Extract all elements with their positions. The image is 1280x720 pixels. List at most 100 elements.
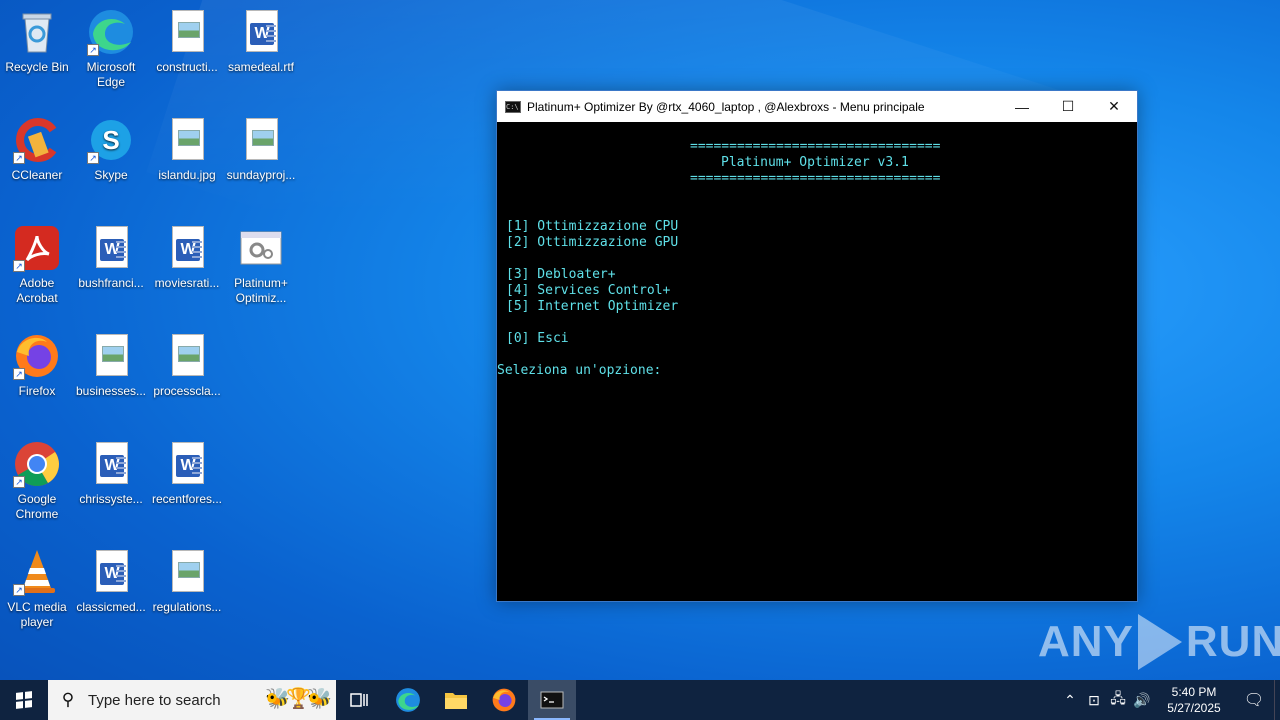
desktop-icon-recentfores[interactable]: W recentfores...	[149, 440, 225, 507]
show-desktop-button[interactable]	[1274, 680, 1280, 720]
desktop-icon-label: VLC media player	[7, 600, 67, 629]
desktop-icon-label: CCleaner	[11, 168, 63, 182]
desktop-icon-label: Adobe Acrobat	[16, 276, 58, 305]
banner-rule-top: ================================	[690, 139, 941, 154]
menu-option-0: [0] Esci	[506, 331, 569, 346]
menu-option-5: [5] Internet Optimizer	[506, 299, 679, 314]
firefox-icon	[492, 688, 516, 712]
desktop-icon-ccleaner[interactable]: ↗ CCleaner	[0, 116, 75, 183]
start-button[interactable]	[0, 680, 48, 720]
console-titlebar[interactable]: C:\ Platinum+ Optimizer By @rtx_4060_lap…	[497, 91, 1137, 122]
edge-icon: ↗	[87, 8, 135, 56]
anyrun-watermark: ANY RUN	[1038, 614, 1280, 670]
word-file-icon: W	[163, 440, 211, 488]
banner-rule-bottom: ================================	[690, 171, 941, 186]
desktop-icon-bushfranci[interactable]: W bushfranci...	[73, 224, 149, 291]
desktop-icon-label: regulations...	[152, 600, 222, 614]
ccleaner-icon: ↗	[13, 116, 61, 164]
recycle-bin-icon	[13, 8, 61, 56]
menu-option-1: [1] Ottimizzazione CPU	[506, 219, 679, 234]
desktop-icon-samedeal[interactable]: W samedeal.rtf	[223, 8, 299, 75]
word-file-icon: W	[87, 224, 135, 272]
acrobat-icon: ↗	[13, 224, 61, 272]
taskbar-edge[interactable]	[384, 680, 432, 720]
shortcut-arrow-icon: ↗	[13, 476, 25, 488]
desktop-icon-constructi[interactable]: constructi...	[149, 8, 225, 75]
image-file-icon	[163, 548, 211, 596]
word-file-icon: W	[87, 440, 135, 488]
desktop-icon-label: processcla...	[153, 384, 221, 398]
desktop-icon-chrissyste[interactable]: W chrissyste...	[73, 440, 149, 507]
batch-file-icon	[237, 224, 285, 272]
vlc-icon: ↗	[13, 548, 61, 596]
desktop-icon-label: Recycle Bin	[5, 60, 69, 74]
desktop-icon-edge[interactable]: ↗ Microsoft Edge	[73, 8, 149, 90]
windows-logo-icon	[16, 691, 32, 709]
meet-now-icon[interactable]: ⊡	[1082, 692, 1106, 709]
desktop-icon-label: bushfranci...	[78, 276, 144, 290]
desktop-icon-recycle-bin[interactable]: Recycle Bin	[0, 8, 75, 75]
desktop-icon-chrome[interactable]: ↗ Google Chrome	[0, 440, 75, 522]
close-button[interactable]: ✕	[1091, 92, 1137, 122]
desktop-icon-label: Firefox	[18, 384, 56, 398]
word-file-icon: W	[163, 224, 211, 272]
minimize-button[interactable]: —	[999, 92, 1045, 122]
cmd-icon	[540, 691, 564, 709]
maximize-button[interactable]: ☐	[1045, 92, 1091, 122]
menu-option-4: [4] Services Control+	[506, 283, 671, 298]
svg-text:S: S	[102, 125, 119, 155]
desktop-icon-islandu[interactable]: islandu.jpg	[149, 116, 225, 183]
desktop-icon-businesses[interactable]: businesses...	[73, 332, 149, 399]
desktop-icon-label: Platinum+ Optimiz...	[234, 276, 288, 305]
desktop-icon-label: chrissyste...	[79, 492, 143, 506]
clock-date: 5/27/2025	[1167, 701, 1221, 715]
taskbar-firefox[interactable]	[480, 680, 528, 720]
menu-option-3: [3] Debloater+	[506, 267, 616, 282]
desktop-icon-label: classicmed...	[76, 600, 146, 614]
desktop-icon-label: Google Chrome	[15, 492, 59, 521]
desktop-icon-moviesrati[interactable]: W moviesrati...	[149, 224, 225, 291]
edge-icon	[396, 688, 420, 712]
task-view-button[interactable]	[336, 680, 384, 720]
desktop-icon-label: moviesrati...	[154, 276, 220, 290]
console-output[interactable]: ================================ Platinu…	[497, 122, 1137, 601]
desktop-icon-acrobat[interactable]: ↗ Adobe Acrobat	[0, 224, 75, 306]
cmd-icon: C:\	[505, 100, 521, 113]
shortcut-arrow-icon: ↗	[13, 260, 25, 272]
clock[interactable]: 5:40 PM 5/27/2025	[1160, 684, 1228, 716]
desktop-icon-label: recentfores...	[151, 492, 223, 506]
image-file-icon	[163, 116, 211, 164]
taskbar-cmd[interactable]	[528, 680, 576, 720]
search-icon: ⚲	[61, 690, 75, 709]
file-explorer-icon	[445, 693, 467, 709]
desktop-icon-label: Microsoft Edge	[86, 60, 136, 89]
console-title: Platinum+ Optimizer By @rtx_4060_laptop …	[527, 99, 925, 114]
desktop-icon-label: Skype	[94, 168, 128, 182]
desktop-icon-sundayproj[interactable]: sundayproj...	[223, 116, 299, 183]
network-icon[interactable]: 🖧	[1106, 688, 1130, 712]
desktop-icon-firefox[interactable]: ↗ Firefox	[0, 332, 75, 399]
skype-icon: S ↗	[87, 116, 135, 164]
image-file-icon	[237, 116, 285, 164]
desktop-icon-label: sundayproj...	[226, 168, 296, 182]
shortcut-arrow-icon: ↗	[13, 584, 25, 596]
volume-icon[interactable]: 🔊	[1130, 692, 1154, 709]
desktop-icon-classicmed[interactable]: W classicmed...	[73, 548, 149, 615]
search-highlight-icon: 🐝🏆🐝	[265, 688, 332, 710]
chevron-up-icon[interactable]: ⌃	[1058, 692, 1082, 709]
desktop-icon-regulations[interactable]: regulations...	[149, 548, 225, 615]
desktop-icon-processcla[interactable]: processcla...	[149, 332, 225, 399]
shortcut-arrow-icon: ↗	[87, 152, 99, 164]
clock-time: 5:40 PM	[1171, 685, 1217, 699]
taskbar-search[interactable]: ⚲ Type here to search 🐝🏆🐝	[48, 680, 336, 720]
desktop-icon-label: samedeal.rtf	[227, 60, 295, 74]
console-window[interactable]: C:\ Platinum+ Optimizer By @rtx_4060_lap…	[496, 90, 1138, 602]
desktop-icon-vlc[interactable]: ↗ VLC media player	[0, 548, 75, 630]
shortcut-arrow-icon: ↗	[13, 368, 25, 380]
desktop-icon-platinum-optimizer[interactable]: Platinum+ Optimiz...	[223, 224, 299, 306]
desktop-icon-skype[interactable]: S ↗ Skype	[73, 116, 149, 183]
taskbar-file-explorer[interactable]	[432, 680, 480, 720]
task-view-icon	[350, 693, 368, 707]
desktop-icon-label: constructi...	[156, 60, 218, 74]
notification-icon[interactable]: 🗨	[1234, 690, 1274, 710]
